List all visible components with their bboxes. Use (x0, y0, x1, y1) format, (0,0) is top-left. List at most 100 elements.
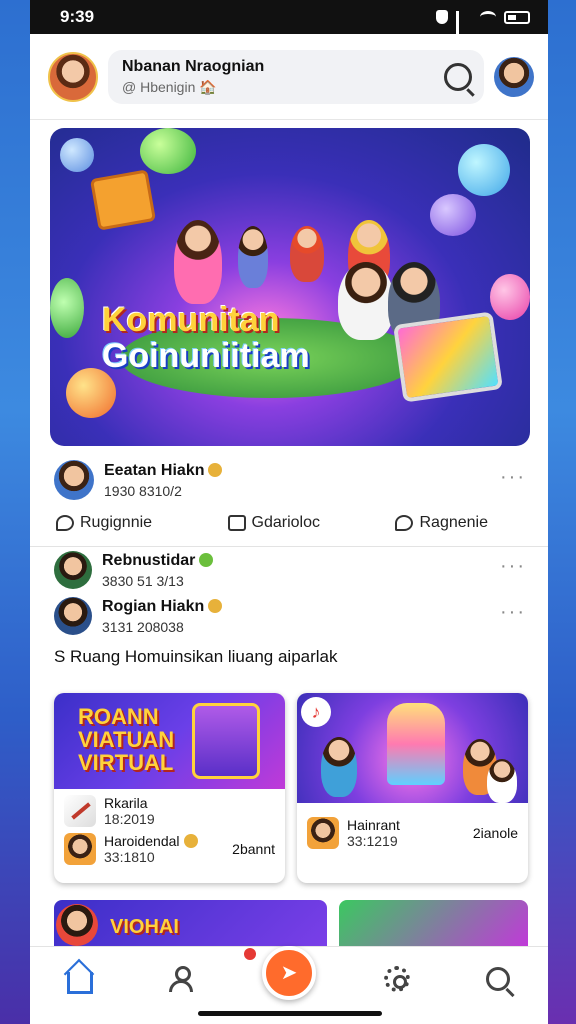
decor-ball (50, 278, 84, 338)
battery-icon (504, 10, 530, 24)
tab-home[interactable] (60, 959, 100, 999)
decor-character (321, 737, 357, 797)
search-icon[interactable] (444, 62, 472, 91)
card-image-title-line: VIATUAN (78, 727, 175, 753)
room-card-peek[interactable] (339, 900, 528, 946)
tab-profile[interactable] (161, 959, 201, 999)
post-author-name: Rebnustidar (102, 551, 196, 569)
room-card-peek[interactable]: VIOHAI (54, 900, 328, 946)
post-author-name: Rogian Hiakn (102, 597, 205, 615)
more-options-icon[interactable]: ··· (500, 601, 526, 624)
post-author-avatar[interactable] (54, 460, 94, 500)
hero-title-line1: Komunitan (102, 301, 280, 339)
home-indicator (198, 1011, 382, 1016)
share-button[interactable]: Ragnenie (395, 514, 488, 532)
post-author-avatar[interactable] (54, 551, 92, 589)
wifi-icon (480, 11, 496, 23)
decor-character (290, 226, 324, 282)
bottom-tab-bar: ➤ (30, 945, 548, 1024)
header-subtitle: @ Hbenigin 🏠 (122, 78, 217, 95)
comment-label: Gdarioloc (251, 514, 321, 531)
peek-title: VIOHAI (110, 916, 179, 938)
post-author-avatar[interactable] (54, 597, 92, 635)
more-options-icon[interactable]: ··· (500, 466, 526, 489)
header-title: Nbanan Nraognian (122, 57, 265, 75)
post-header: Eeatan Hiakn 1930 8310/2 (54, 460, 534, 500)
decor-ball (66, 368, 116, 418)
decor-character (338, 262, 394, 340)
card-entry[interactable]: Haroidendal 33:1810 2bannt (64, 833, 275, 865)
post-item[interactable]: Rogian Hiakn 3131 208038 ··· (30, 589, 548, 635)
decor-character (174, 220, 222, 304)
card-entry-title: Haroidendal (104, 833, 198, 849)
user-avatar[interactable] (48, 51, 98, 102)
card-entry[interactable]: Rkarila 18:2019 (64, 795, 275, 827)
decor-machine (387, 703, 445, 785)
decor-ball (490, 274, 530, 320)
music-note-icon: ♪ (301, 697, 331, 727)
share-label: Ragnenie (419, 514, 488, 531)
share-icon (395, 515, 414, 531)
shield-icon (436, 10, 448, 24)
decor-ball (140, 128, 196, 174)
decor-ball (60, 138, 94, 172)
search-bar[interactable]: Nbanan Nraognian @ Hbenigin 🏠 (108, 49, 484, 104)
tab-search[interactable] (478, 959, 518, 999)
more-options-icon[interactable]: ··· (500, 555, 526, 578)
card-entry[interactable]: Hainrant 33:1219 2ianole (307, 817, 518, 849)
card-entry-time: 33:1219 (347, 833, 398, 849)
signal-icon (456, 11, 472, 44)
search-icon (485, 966, 510, 991)
app-header: Nbanan Nraognian @ Hbenigin 🏠 (30, 34, 548, 120)
hero-title: Komunitan Goinuniitiam (102, 301, 310, 375)
play-icon: ➤ (280, 962, 298, 984)
comment-button[interactable]: Gdarioloc (227, 514, 321, 532)
card-row: ROANN VIATUAN VIRTUAL Rkarila 18:2019 Ha… (30, 667, 548, 883)
hero-title-line2: Goinuniitiam (102, 336, 310, 375)
settings-icon (383, 965, 410, 992)
card-entry-time: 18:2019 (104, 811, 155, 827)
arcade-machine-icon (192, 703, 260, 779)
hero-banner[interactable]: Komunitan Goinuniitiam (50, 128, 530, 446)
background-right (544, 0, 576, 1024)
background-left (0, 0, 32, 1024)
card-entry-avatar (307, 817, 339, 849)
card-image: ♪ (297, 693, 528, 803)
play-button[interactable]: ➤ (243, 945, 316, 1000)
tab-settings[interactable] (377, 959, 417, 999)
post-meta: 3131 208038 (102, 618, 184, 635)
status-icons (436, 10, 530, 44)
like-icon (56, 515, 74, 531)
post-author[interactable]: Eeatan Hiakn (104, 461, 223, 480)
decor-house (89, 169, 157, 231)
status-time: 9:39 (60, 7, 95, 26)
post-header: Rogian Hiakn 3131 208038 (54, 597, 534, 635)
room-card[interactable]: ♪ Hainrant 33:1219 2ianole (297, 693, 528, 883)
profile-avatar[interactable] (494, 56, 534, 97)
card-image-title: ROANN VIATUAN VIRTUAL (78, 705, 174, 774)
decor-character (238, 226, 268, 288)
post-item[interactable]: Rebnustidar 3830 51 3/13 ··· (30, 547, 548, 589)
profile-icon (169, 965, 194, 992)
like-button[interactable]: Rugignnie (56, 514, 152, 532)
card-image-title-line: ROANN (78, 704, 159, 729)
verified-badge-icon (183, 834, 198, 848)
post-author[interactable]: Rogian Hiakn (102, 597, 223, 616)
verified-badge-icon (199, 552, 214, 567)
room-card[interactable]: ROANN VIATUAN VIRTUAL Rkarila 18:2019 Ha… (54, 693, 285, 883)
like-label: Rugignnie (80, 514, 153, 531)
comment-icon (227, 515, 246, 531)
card-entry-title: Hainrant (347, 817, 400, 833)
verified-badge-icon (208, 598, 223, 613)
card-entry-avatar (64, 833, 96, 865)
post-author-name: Eeatan Hiakn (104, 461, 205, 479)
post-author[interactable]: Rebnustidar (102, 551, 214, 570)
post-header: Rebnustidar 3830 51 3/13 (54, 551, 534, 589)
pen-icon (64, 795, 96, 827)
post-meta: 3830 51 3/13 (102, 572, 184, 589)
card-body: Hainrant 33:1219 2ianole (297, 803, 528, 861)
decor-character (487, 759, 517, 803)
decor-ball (458, 144, 510, 196)
post-meta: 1930 8310/2 (104, 482, 182, 499)
post-item[interactable]: Eeatan Hiakn 1930 8310/2 ··· (30, 446, 548, 500)
